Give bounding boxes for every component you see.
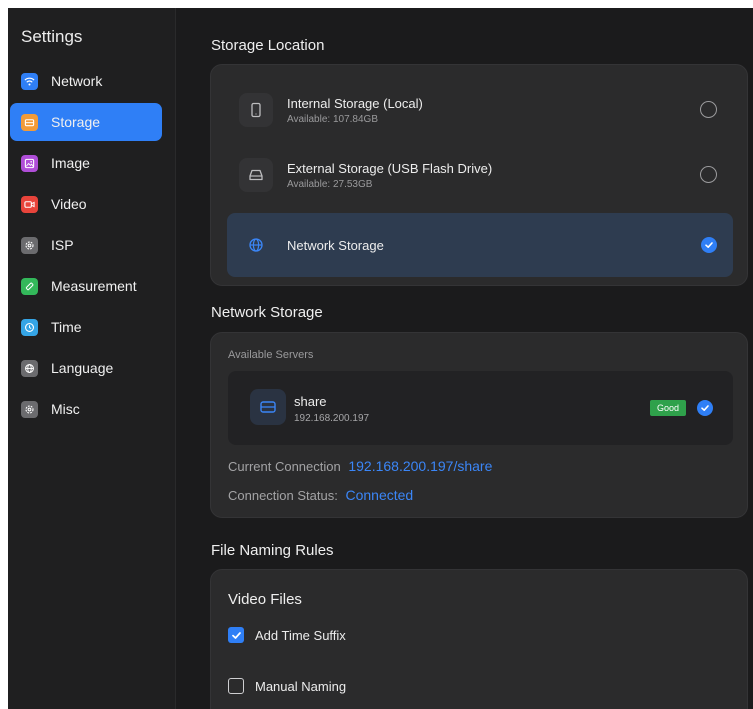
sidebar: Settings Network Storage Image Video ISP…	[8, 8, 176, 709]
network-storage-card: Available Servers share 192.168.200.197 …	[210, 332, 748, 518]
storage-option-name: External Storage (USB Flash Drive)	[287, 160, 493, 176]
storage-option-name: Network Storage	[287, 237, 384, 253]
checkbox-checked[interactable]	[228, 627, 244, 643]
globe-icon	[239, 228, 273, 262]
storage-location-title: Storage Location	[211, 37, 325, 54]
sidebar-item-language[interactable]: Language	[10, 349, 162, 387]
sidebar-item-measurement[interactable]: Measurement	[10, 267, 162, 305]
storage-option-name: Internal Storage (Local)	[287, 95, 423, 111]
storage-icon	[21, 113, 38, 131]
sidebar-item-image[interactable]: Image	[10, 144, 162, 182]
check-circle-icon[interactable]	[701, 237, 717, 253]
sidebar-item-network[interactable]: Network	[10, 62, 162, 100]
sidebar-item-label: Time	[51, 319, 82, 335]
sidebar-item-label: Network	[51, 73, 103, 89]
storage-option-network[interactable]: Network Storage	[227, 213, 733, 277]
connection-status: Connection Status: Connected	[228, 487, 413, 503]
status-badge: Good	[650, 400, 687, 416]
storage-option-available: Available: 107.84GB	[287, 113, 378, 125]
clock-icon	[21, 318, 38, 336]
server-icon	[250, 389, 286, 425]
sidebar-item-label: ISP	[51, 237, 74, 253]
storage-location-card: Internal Storage (Local) Available: 107.…	[210, 64, 748, 286]
storage-option-available: Available: 27.53GB	[287, 178, 373, 190]
settings-window: Settings Network Storage Image Video ISP…	[8, 8, 753, 709]
sidebar-item-label: Misc	[51, 401, 80, 417]
video-files-title: Video Files	[228, 591, 302, 608]
checkbox-unchecked[interactable]	[228, 678, 244, 694]
storage-option-external[interactable]: External Storage (USB Flash Drive) Avail…	[227, 143, 733, 207]
sidebar-item-label: Language	[51, 360, 114, 376]
image-icon	[21, 154, 38, 172]
checkbox-label: Manual Naming	[255, 678, 347, 694]
sidebar-item-storage[interactable]: Storage	[10, 103, 162, 141]
checkbox-label: Add Time Suffix	[255, 627, 346, 643]
current-connection-label: Current Connection	[228, 459, 341, 474]
main-content: Storage Location Internal Storage (Local…	[176, 8, 753, 709]
sidebar-item-time[interactable]: Time	[10, 308, 162, 346]
hard-drive-icon	[239, 158, 273, 192]
globe-icon	[21, 359, 38, 377]
check-circle-icon[interactable]	[697, 400, 713, 416]
sidebar-item-isp[interactable]: ISP	[10, 226, 162, 264]
video-icon	[21, 195, 38, 213]
sidebar-item-video[interactable]: Video	[10, 185, 162, 223]
current-connection-value: 192.168.200.197/share	[348, 458, 493, 474]
manual-naming-option[interactable]: Manual Naming	[228, 678, 346, 694]
sidebar-item-label: Image	[51, 155, 90, 171]
sidebar-item-label: Measurement	[51, 278, 137, 294]
misc-icon	[21, 400, 38, 418]
wifi-icon	[21, 72, 38, 90]
radio-unselected[interactable]	[700, 101, 717, 118]
server-ip: 192.168.200.197	[294, 413, 370, 424]
sidebar-title: Settings	[21, 27, 83, 46]
connection-status-value: Connected	[345, 487, 414, 503]
add-time-suffix-option[interactable]: Add Time Suffix	[228, 627, 346, 643]
isp-icon	[21, 236, 38, 254]
connection-status-label: Connection Status:	[228, 488, 338, 503]
server-row[interactable]: share 192.168.200.197 Good	[228, 371, 733, 445]
current-connection: Current Connection 192.168.200.197/share	[228, 458, 492, 474]
measurement-icon	[21, 277, 38, 295]
file-naming-title: File Naming Rules	[211, 542, 334, 559]
sidebar-item-label: Storage	[51, 114, 101, 130]
file-naming-card: Video Files Add Time Suffix Manual Namin…	[210, 569, 748, 709]
sidebar-item-misc[interactable]: Misc	[10, 390, 162, 428]
storage-option-internal[interactable]: Internal Storage (Local) Available: 107.…	[227, 78, 733, 142]
sidebar-item-label: Video	[51, 196, 87, 212]
server-name: share	[294, 394, 327, 409]
network-storage-title: Network Storage	[211, 304, 323, 321]
available-servers-label: Available Servers	[228, 349, 314, 361]
radio-unselected[interactable]	[700, 166, 717, 183]
phone-icon	[239, 93, 273, 127]
